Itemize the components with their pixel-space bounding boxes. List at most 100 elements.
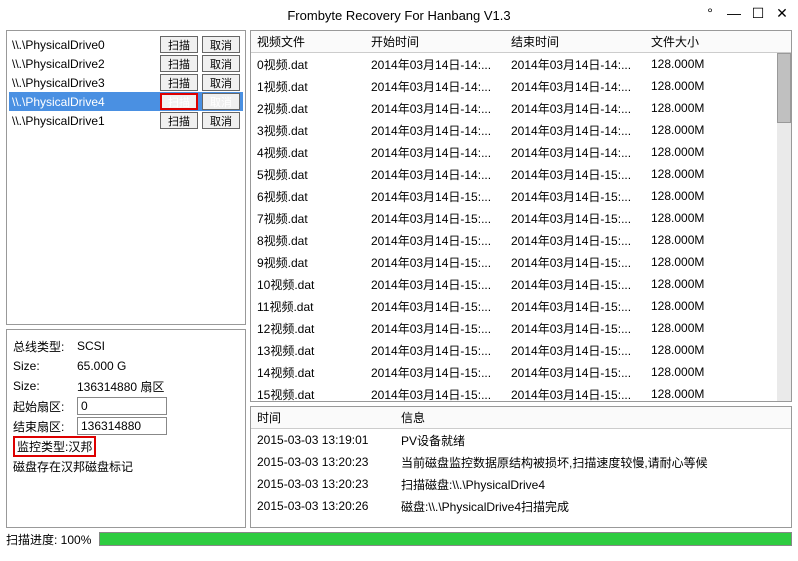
file-start: 2014年03月14日-14:... [371,56,511,73]
file-size: 128.000M [651,365,731,379]
drive-name: \\.\PhysicalDrive1 [12,114,156,128]
file-row[interactable]: 6视频.dat2014年03月14日-15:...2014年03月14日-15:… [251,185,791,207]
maximize-icon[interactable]: ☐ [748,4,768,22]
cancel-button[interactable]: 取消 [202,93,240,110]
log-time: 2015-03-03 13:19:01 [251,433,401,447]
file-start: 2014年03月14日-15:... [371,320,511,337]
file-size: 128.000M [651,321,731,335]
col-start-header[interactable]: 开始时间 [371,33,511,50]
file-end: 2014年03月14日-15:... [511,166,651,183]
file-end: 2014年03月14日-15:... [511,210,651,227]
titlebar: Frombyte Recovery For Hanbang V1.3 ° — ☐… [0,0,798,30]
file-end: 2014年03月14日-14:... [511,78,651,95]
drive-name: \\.\PhysicalDrive3 [12,76,156,90]
file-name: 13视频.dat [251,342,371,359]
progress-fill [100,533,791,545]
pin-icon[interactable]: ° [700,4,720,22]
col-size-header[interactable]: 文件大小 [651,33,731,50]
log-row[interactable]: 2015-03-03 13:20:26磁盘:\\.\PhysicalDrive4… [251,495,791,517]
file-size: 128.000M [651,189,731,203]
file-size: 128.000M [651,167,731,181]
file-row[interactable]: 9视频.dat2014年03月14日-15:...2014年03月14日-15:… [251,251,791,273]
file-end: 2014年03月14日-15:... [511,342,651,359]
file-row[interactable]: 4视频.dat2014年03月14日-14:...2014年03月14日-14:… [251,141,791,163]
file-size: 128.000M [651,79,731,93]
window-controls: ° — ☐ ✕ [700,4,792,22]
file-row[interactable]: 15视频.dat2014年03月14日-15:...2014年03月14日-15… [251,383,791,401]
drive-row[interactable]: \\.\PhysicalDrive4扫描取消 [9,92,243,111]
file-start: 2014年03月14日-15:... [371,342,511,359]
file-row[interactable]: 1视频.dat2014年03月14日-14:...2014年03月14日-14:… [251,75,791,97]
file-size: 128.000M [651,343,731,357]
file-name: 11视频.dat [251,298,371,315]
scan-button[interactable]: 扫描 [160,93,198,110]
file-row[interactable]: 0视频.dat2014年03月14日-14:...2014年03月14日-14:… [251,53,791,75]
file-size: 128.000M [651,233,731,247]
drive-name: \\.\PhysicalDrive2 [12,57,156,71]
scan-button[interactable]: 扫描 [160,55,198,72]
file-start: 2014年03月14日-15:... [371,364,511,381]
cancel-button[interactable]: 取消 [202,36,240,53]
start-sector-input[interactable] [77,397,167,415]
bustype-label: 总线类型: [13,338,73,355]
scan-button[interactable]: 扫描 [160,74,198,91]
file-size: 128.000M [651,57,731,71]
file-size: 128.000M [651,145,731,159]
files-scrollbar[interactable] [777,53,791,401]
file-end: 2014年03月14日-15:... [511,276,651,293]
file-row[interactable]: 10视频.dat2014年03月14日-15:...2014年03月14日-15… [251,273,791,295]
col-time-header[interactable]: 时间 [251,409,401,426]
close-icon[interactable]: ✕ [772,4,792,22]
drive-row[interactable]: \\.\PhysicalDrive0扫描取消 [9,35,243,54]
cancel-button[interactable]: 取消 [202,55,240,72]
file-size: 128.000M [651,387,731,401]
file-end: 2014年03月14日-14:... [511,122,651,139]
drive-row[interactable]: \\.\PhysicalDrive3 扫描取消 [9,73,243,92]
end-sector-input[interactable] [77,417,167,435]
file-row[interactable]: 14视频.dat2014年03月14日-15:...2014年03月14日-15… [251,361,791,383]
file-end: 2014年03月14日-15:... [511,188,651,205]
progress-bar [99,532,792,546]
file-row[interactable]: 5视频.dat2014年03月14日-14:...2014年03月14日-15:… [251,163,791,185]
file-end: 2014年03月14日-15:... [511,320,651,337]
file-row[interactable]: 11视频.dat2014年03月14日-15:...2014年03月14日-15… [251,295,791,317]
col-end-header[interactable]: 结束时间 [511,33,651,50]
scan-button[interactable]: 扫描 [160,36,198,53]
log-row[interactable]: 2015-03-03 13:20:23当前磁盘监控数据原结构被损坏,扫描速度较慢… [251,451,791,473]
file-end: 2014年03月14日-15:... [511,232,651,249]
main-content: \\.\PhysicalDrive0扫描取消\\.\PhysicalDrive2… [0,30,798,528]
drive-row[interactable]: \\.\PhysicalDrive1 扫描取消 [9,111,243,130]
col-file-header[interactable]: 视频文件 [251,33,371,50]
end-sector-label: 结束扇区: [13,418,73,435]
file-row[interactable]: 2视频.dat2014年03月14日-14:...2014年03月14日-14:… [251,97,791,119]
log-row[interactable]: 2015-03-03 13:19:01PV设备就绪 [251,429,791,451]
disk-info-panel: 总线类型:SCSI Size:65.000 G Size:136314880 扇… [6,329,246,528]
log-msg: PV设备就绪 [401,432,791,449]
file-end: 2014年03月14日-15:... [511,254,651,271]
drive-row[interactable]: \\.\PhysicalDrive2 扫描取消 [9,54,243,73]
file-row[interactable]: 12视频.dat2014年03月14日-15:...2014年03月14日-15… [251,317,791,339]
file-row[interactable]: 3视频.dat2014年03月14日-14:...2014年03月14日-14:… [251,119,791,141]
cancel-button[interactable]: 取消 [202,74,240,91]
file-start: 2014年03月14日-14:... [371,166,511,183]
file-row[interactable]: 13视频.dat2014年03月14日-15:...2014年03月14日-15… [251,339,791,361]
file-start: 2014年03月14日-15:... [371,232,511,249]
file-size: 128.000M [651,101,731,115]
file-name: 15视频.dat [251,386,371,402]
file-name: 9视频.dat [251,254,371,271]
cancel-button[interactable]: 取消 [202,112,240,129]
scroll-thumb[interactable] [777,53,791,123]
minimize-icon[interactable]: — [724,4,744,22]
drives-panel: \\.\PhysicalDrive0扫描取消\\.\PhysicalDrive2… [6,30,246,325]
file-name: 14视频.dat [251,364,371,381]
scan-button[interactable]: 扫描 [160,112,198,129]
col-msg-header[interactable]: 信息 [401,409,791,426]
log-row[interactable]: 2015-03-03 13:20:23扫描磁盘:\\.\PhysicalDriv… [251,473,791,495]
file-end: 2014年03月14日-15:... [511,298,651,315]
window-title: Frombyte Recovery For Hanbang V1.3 [287,8,510,23]
file-name: 2视频.dat [251,100,371,117]
disk-marker-label: 磁盘存在汉邦磁盘标记 [13,458,133,475]
file-row[interactable]: 8视频.dat2014年03月14日-15:...2014年03月14日-15:… [251,229,791,251]
size2-label: Size: [13,379,73,393]
file-row[interactable]: 7视频.dat2014年03月14日-15:...2014年03月14日-15:… [251,207,791,229]
